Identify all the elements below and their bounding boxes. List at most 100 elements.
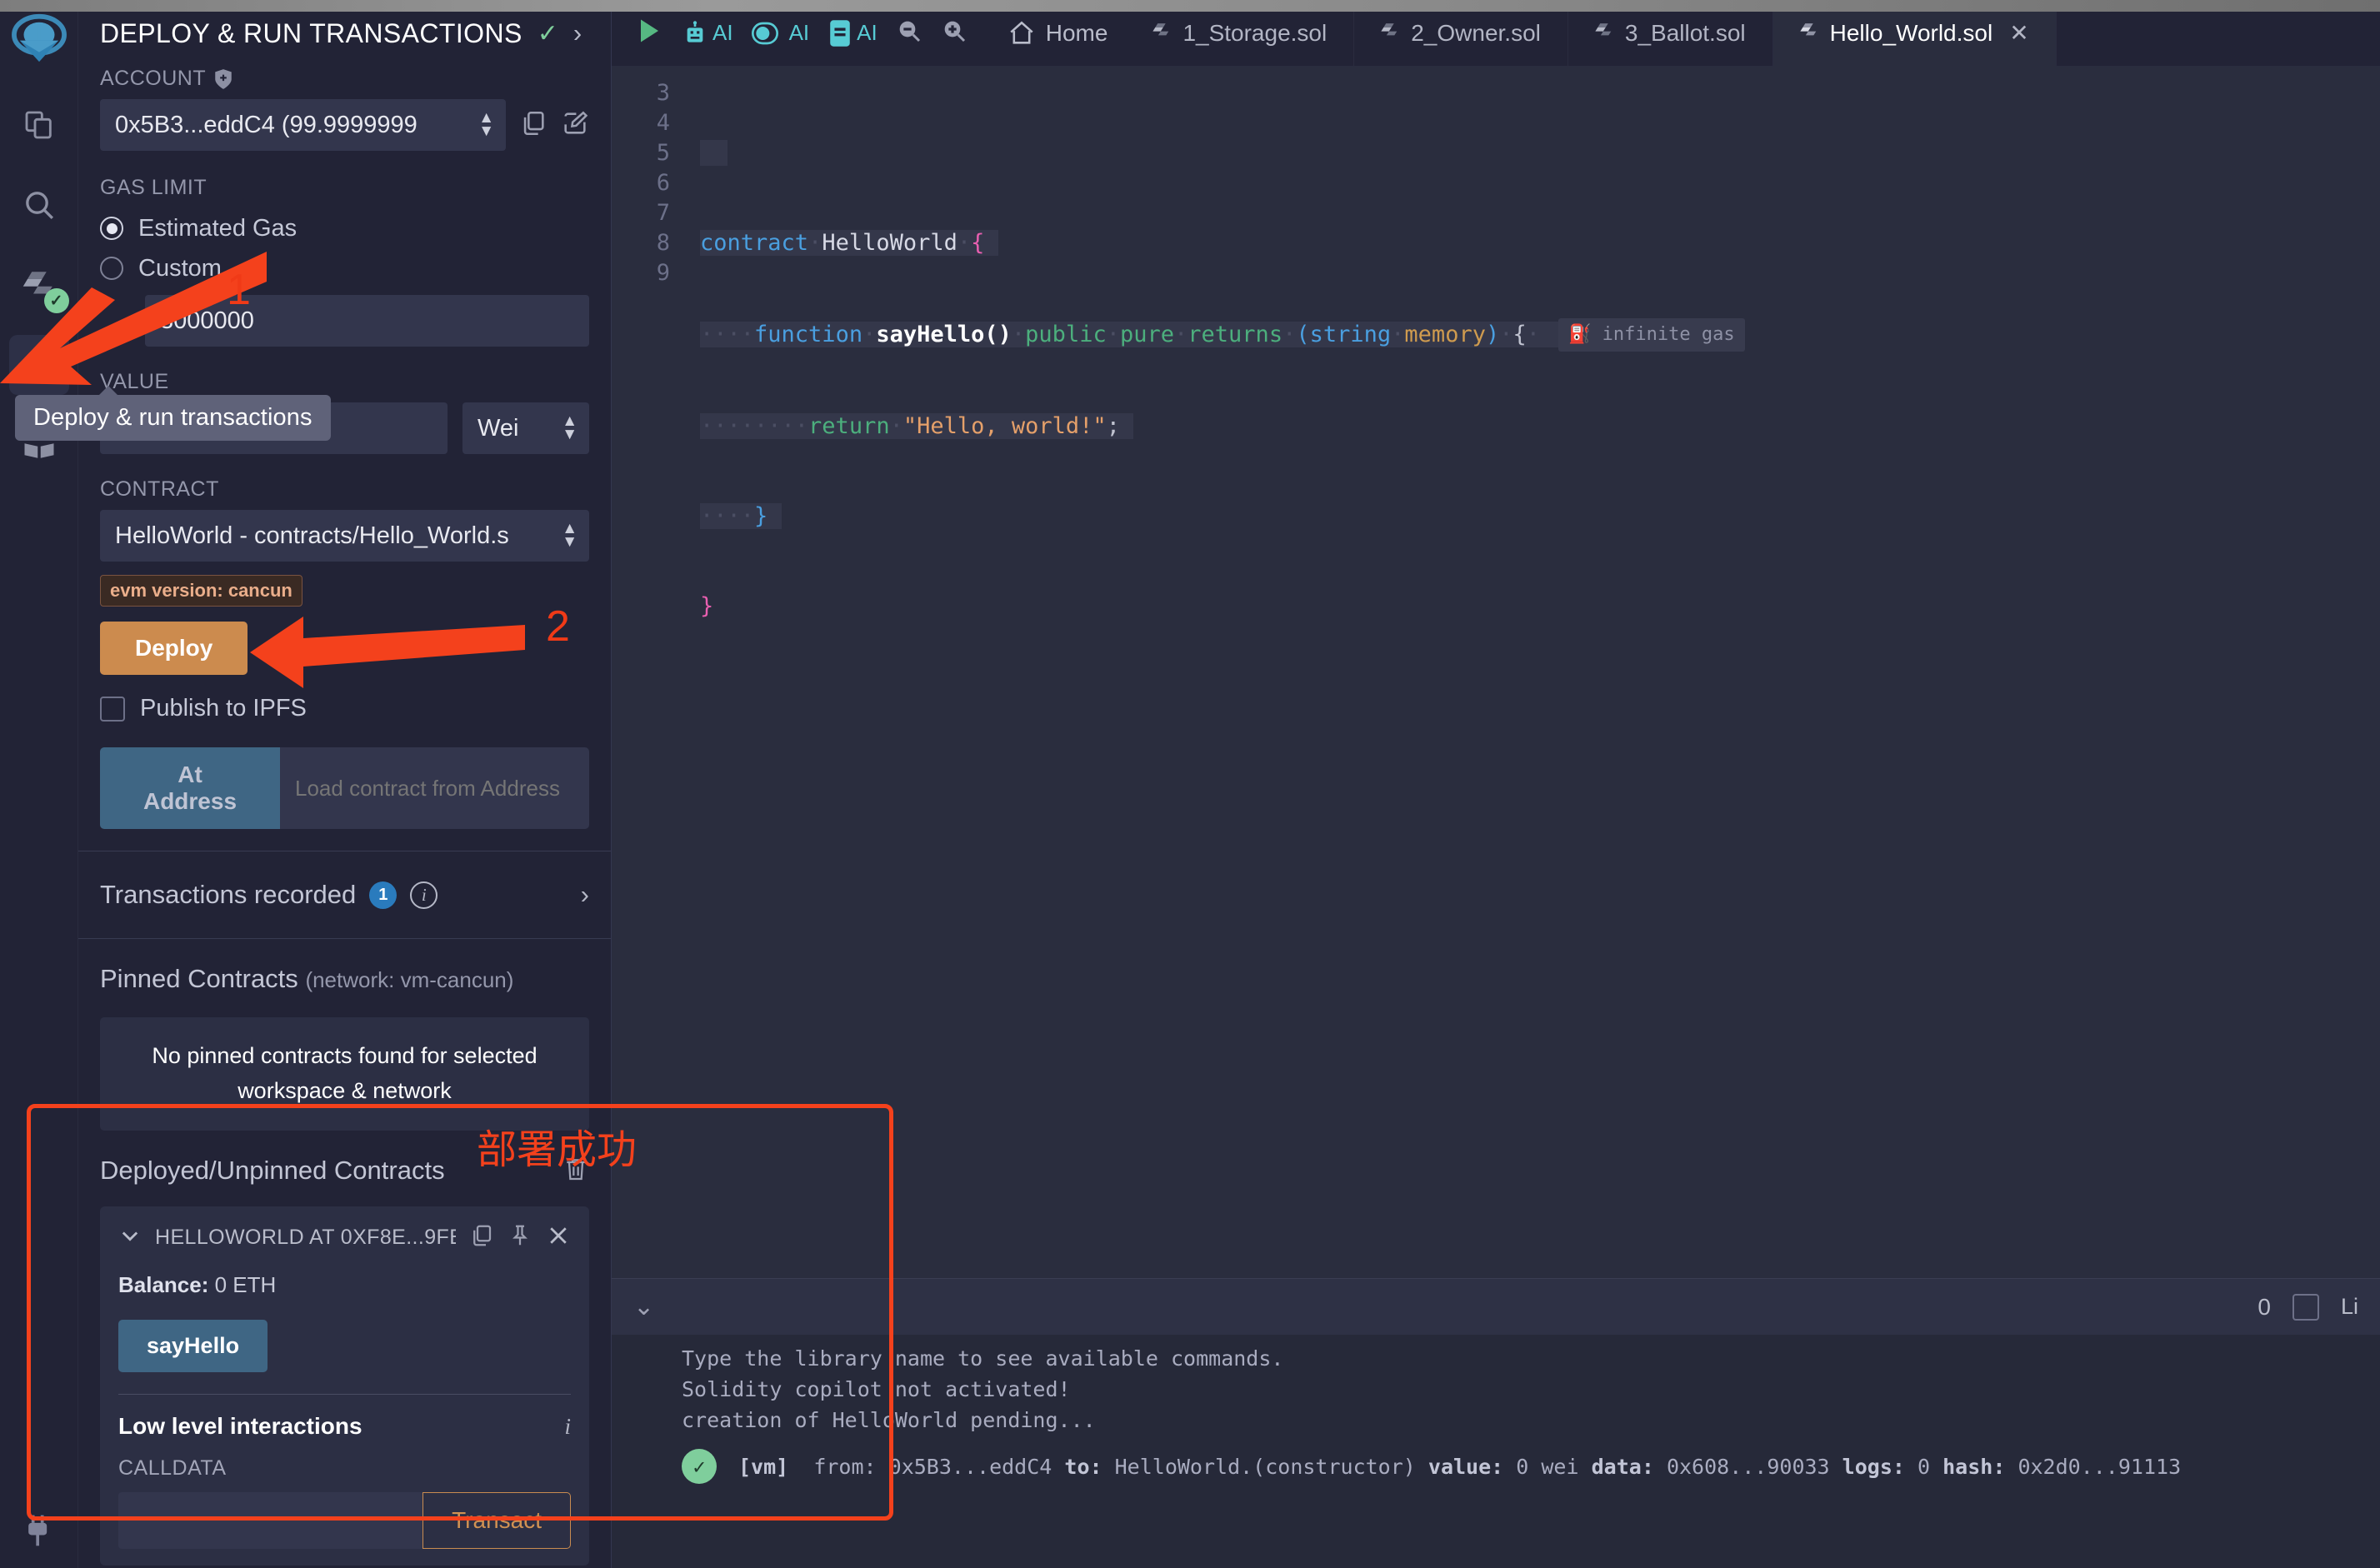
kw-public: public: [1025, 321, 1107, 347]
evm-version-badge: evm version: cancun: [100, 575, 302, 607]
gas-estimate-tag: ⛽ infinite gas: [1558, 318, 1745, 352]
annotation-chinese-note: 部署成功: [477, 1126, 638, 1173]
custom-gas-label: Custom: [138, 254, 222, 282]
code-line-7: ····}: [700, 502, 2380, 532]
pinned-network-text: (network: vm-cancun): [305, 967, 514, 992]
tx-from-value: 0x5B3...eddC4: [888, 1454, 1052, 1479]
paren: ): [1485, 321, 1500, 347]
transactions-recorded-row[interactable]: Transactions recorded 1 i ›: [100, 851, 589, 938]
code-line-3: [700, 138, 2380, 168]
remix-logo-icon: [8, 12, 70, 73]
tx-to-label: to:: [1064, 1454, 1102, 1479]
ai-toggle-switch[interactable]: AI: [751, 20, 810, 46]
ai-robot-toggle[interactable]: AI: [682, 20, 733, 47]
edit-icon[interactable]: [561, 109, 589, 142]
estimated-gas-label: Estimated Gas: [138, 214, 298, 242]
annotation-highlight-box: [27, 1104, 893, 1521]
semicolon: ;: [1106, 413, 1120, 439]
contract-selected-value: HelloWorld - contracts/Hello_World.s: [115, 522, 509, 549]
line-number: 8: [656, 230, 670, 256]
home-label: Home: [1045, 19, 1108, 46]
account-value: 0x5B3...eddC4 (99.9999999: [115, 111, 418, 138]
transactions-recorded-label: Transactions recorded: [100, 880, 357, 909]
line-number: 3: [656, 80, 670, 106]
publish-ipfs-checkbox[interactable]: [100, 696, 125, 722]
tx-hash-value: 0x2d0...91113: [2018, 1454, 2182, 1479]
value-unit-text: Wei: [478, 414, 519, 442]
at-address-row: At Address: [100, 747, 589, 829]
brace: }: [700, 593, 714, 619]
stepper-icon: ▲ ▼: [562, 520, 578, 551]
line-number-gutter: 3 4 5 6 7 8 9: [612, 67, 688, 1278]
home-tab[interactable]: Home: [989, 19, 1127, 47]
page-title: DEPLOY & RUN TRANSACTIONS: [100, 17, 522, 48]
gas-limit-label: GAS LIMIT: [100, 176, 208, 199]
kw-memory: memory: [1404, 321, 1486, 347]
chevron-right-icon[interactable]: ›: [581, 880, 589, 910]
load-contract-address-input[interactable]: [280, 747, 589, 829]
deploy-button[interactable]: Deploy: [100, 622, 248, 675]
gas-limit-input[interactable]: [145, 295, 589, 347]
ai-document-toggle[interactable]: AI: [828, 19, 878, 47]
listen-network-checkbox[interactable]: [2292, 1293, 2319, 1321]
publish-ipfs-label: Publish to IPFS: [140, 695, 307, 722]
contract-name: HelloWorld: [822, 230, 958, 256]
ai-label: AI: [788, 20, 810, 45]
gas-estimated-row[interactable]: Estimated Gas: [100, 208, 589, 248]
tx-value-value: 0 wei: [1516, 1454, 1579, 1479]
shield-icon: [215, 68, 232, 89]
brace: {: [1512, 321, 1527, 347]
info-icon[interactable]: i: [410, 881, 438, 909]
sidebar-item-solidity-compiler[interactable]: ✓: [9, 255, 69, 315]
brace: {: [971, 230, 985, 256]
zoom-out-icon[interactable]: [896, 17, 922, 48]
tx-logs-value: 0: [1918, 1454, 1931, 1479]
tab-label: Hello_World.sol: [1829, 19, 1993, 46]
remix-ide-window: ✓ DEPLOY & RUN TRANSACTIONS ✓ › ACCOUNT …: [0, 0, 2380, 1568]
radio-estimated-gas[interactable]: [100, 217, 123, 240]
account-label: ACCOUNT: [100, 67, 589, 91]
code-line-8: }: [700, 592, 2380, 622]
sidebar-item-file-explorer[interactable]: [9, 95, 69, 155]
transactions-count-badge: 1: [369, 881, 398, 909]
code-line-5: ····function·sayHello()·public·pure·retu…: [700, 318, 2380, 352]
listen-network-label: Li: [2340, 1294, 2358, 1319]
tx-value-label: value:: [1428, 1454, 1504, 1479]
close-icon[interactable]: ✕: [2009, 19, 2028, 47]
line-number: 6: [656, 170, 670, 196]
publish-ipfs-row[interactable]: Publish to IPFS: [100, 695, 589, 722]
code-line-6: ········return·"Hello, world!";: [700, 412, 2380, 442]
contract-select[interactable]: HelloWorld - contracts/Hello_World.s ▲ ▼: [100, 510, 589, 562]
solidity-icon: [1381, 22, 1398, 35]
tx-hash-label: hash:: [1942, 1454, 2006, 1479]
sidebar-item-deploy-run[interactable]: [8, 335, 69, 395]
check-icon: ✓: [537, 19, 558, 47]
kw-function: function: [754, 321, 863, 347]
ai-label: AI: [712, 20, 733, 45]
kw-returns: returns: [1188, 321, 1283, 347]
value-unit-select[interactable]: Wei ▲ ▼: [462, 402, 589, 454]
code-content[interactable]: contract·HelloWorld·{ ····function·sayHe…: [688, 67, 2380, 1278]
gas-custom-row[interactable]: Custom: [100, 248, 589, 288]
home-icon: [1010, 21, 1033, 44]
annotation-number-2: 2: [546, 602, 570, 651]
stepper-icon: ▲ ▼: [562, 412, 578, 443]
deploy-run-tooltip: Deploy & run transactions: [15, 386, 331, 441]
radio-custom-gas[interactable]: [100, 257, 123, 280]
line-number: 9: [656, 260, 670, 286]
tx-data-value: 0x608...90033: [1666, 1454, 1830, 1479]
compiler-success-badge: ✓: [43, 288, 69, 313]
code-line-4: contract·HelloWorld·{: [700, 228, 2380, 258]
zoom-in-icon[interactable]: [941, 17, 968, 48]
type-string: string: [1309, 321, 1392, 347]
chevron-right-icon[interactable]: ›: [573, 18, 582, 48]
tab-label: 1_Storage.sol: [1182, 19, 1328, 46]
code-editor[interactable]: 3 4 5 6 7 8 9 contract·HelloWorld·{ ····…: [612, 67, 2380, 1278]
sidebar-item-search[interactable]: [9, 175, 69, 235]
play-icon[interactable]: [633, 16, 663, 50]
account-select[interactable]: 0x5B3...eddC4 (99.9999999 ▲ ▼: [100, 99, 506, 151]
copy-icon[interactable]: [519, 109, 548, 142]
annotation-number-1: 1: [227, 266, 251, 314]
tx-to-value: HelloWorld.(constructor): [1114, 1454, 1416, 1479]
at-address-button[interactable]: At Address: [100, 747, 280, 829]
